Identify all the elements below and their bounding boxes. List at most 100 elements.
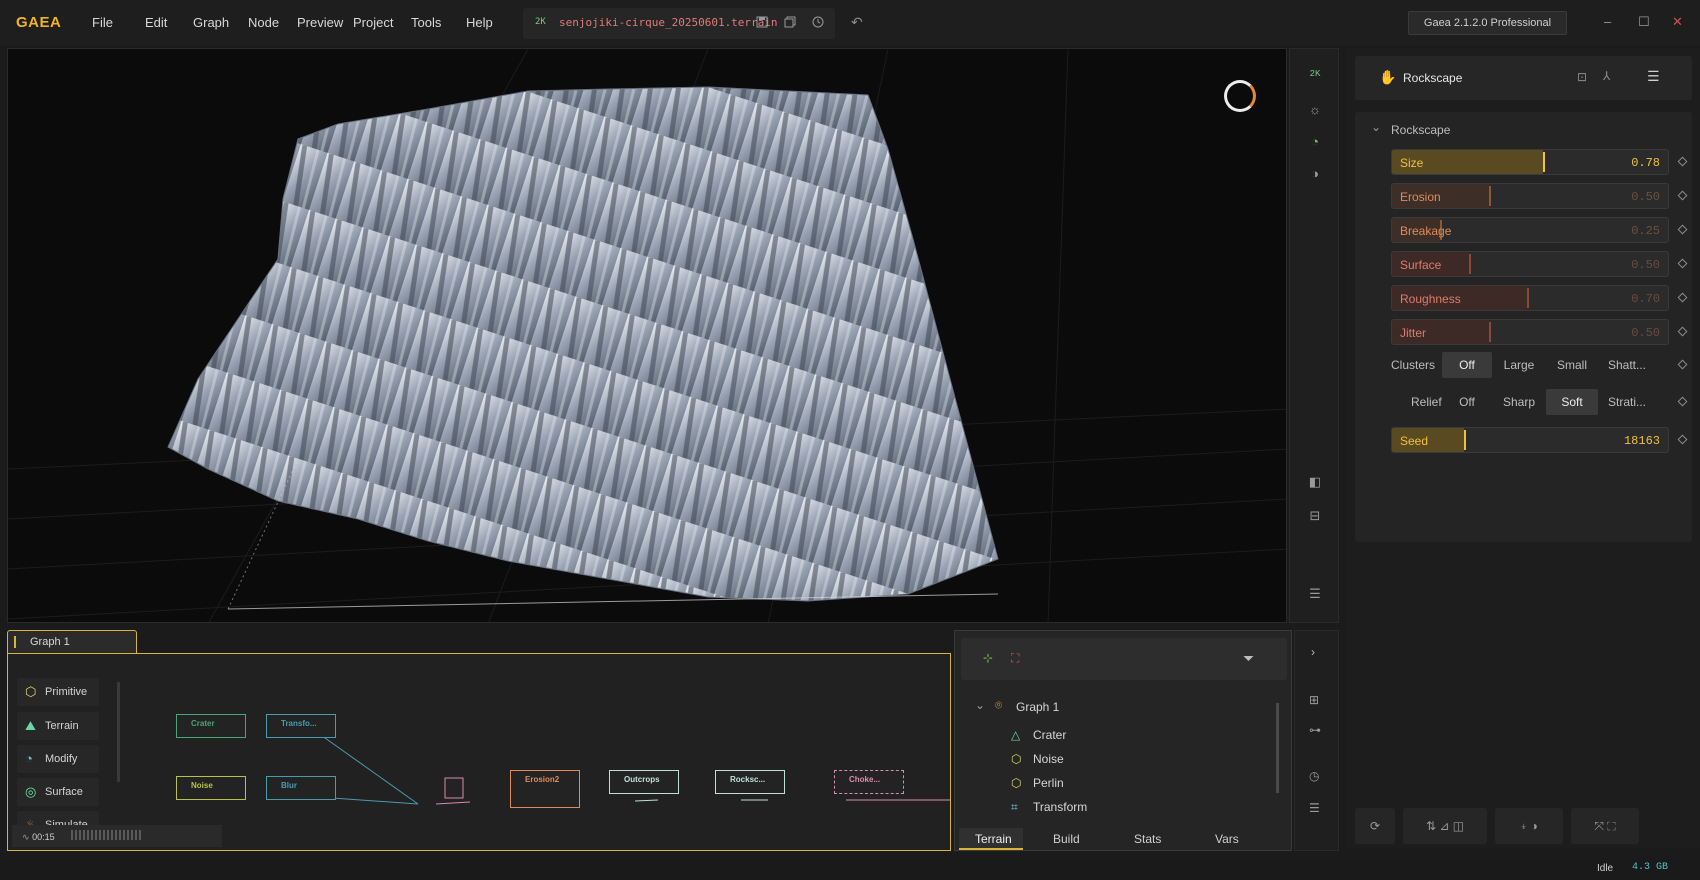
shading-icon[interactable]: ◑ [1306, 165, 1324, 183]
timer-icon[interactable]: ◷ [1309, 769, 1319, 783]
slider-surface[interactable]: Surface 0.50 [1391, 251, 1669, 277]
menu-node[interactable]: Node [248, 15, 279, 30]
section-title[interactable]: Rockscape [1391, 123, 1450, 137]
menu-preview[interactable]: Preview [297, 15, 343, 30]
file-name[interactable]: senjojiki-cirque_20250601.terrain [559, 16, 778, 29]
slider-roughness[interactable]: Roughness 0.70 [1391, 285, 1669, 311]
undo-icon[interactable]: ↶ [851, 14, 863, 31]
keyframe-icon[interactable] [1677, 224, 1688, 235]
slider-knob[interactable] [1469, 254, 1472, 274]
keyframe-icon[interactable] [1677, 434, 1688, 445]
chevron-down-icon[interactable]: ⌄ [975, 698, 985, 712]
preview-tools[interactable]: ⍖ ◑ [1495, 808, 1563, 844]
graph-node-outcrops[interactable]: Outcrops [609, 770, 679, 794]
list-icon[interactable]: ☰ [1309, 801, 1320, 815]
slider-knob[interactable] [1542, 152, 1545, 172]
slider-value[interactable]: 0.78 [1631, 156, 1660, 170]
node-list-scrollbar[interactable] [1276, 703, 1279, 793]
node-list-item-noise[interactable]: Noise [1033, 752, 1064, 766]
slider-value[interactable]: 0.50 [1631, 326, 1660, 340]
slider-size[interactable]: Size 0.78 [1391, 149, 1669, 175]
resolution-badge[interactable]: 2K [535, 17, 546, 27]
graph-node-erosion2[interactable]: Erosion2 [510, 770, 580, 808]
history-icon[interactable] [811, 16, 825, 30]
clusters-off[interactable]: Off [1442, 352, 1492, 378]
slider-knob[interactable] [1488, 322, 1491, 342]
chevron-right-icon[interactable]: › [1311, 645, 1315, 659]
graph-node-blur[interactable]: Blur [266, 776, 336, 800]
keyframe-icon[interactable] [1677, 359, 1688, 370]
save-copy-icon[interactable] [783, 16, 797, 30]
minimize-icon[interactable]: – [1604, 14, 1611, 29]
bookmark-icon[interactable]: ⊞ [1309, 693, 1319, 707]
slider-knob[interactable] [1488, 186, 1491, 206]
slider-value[interactable]: 0.50 [1631, 258, 1660, 272]
tab-graph-1[interactable]: Graph 1 [7, 630, 137, 654]
node-list-graph-name[interactable]: Graph 1 [1016, 700, 1059, 714]
align-tools[interactable]: ⇅ ⊿ ◫ [1403, 808, 1487, 844]
tree-icon[interactable]: ⊶ [1309, 723, 1321, 737]
layout-icon[interactable]: ⊡ [1577, 70, 1587, 84]
keyframe-icon[interactable] [1677, 190, 1688, 201]
tab-terrain[interactable]: Terrain [975, 832, 1012, 846]
select-icon[interactable]: ⊹ [983, 651, 993, 665]
graph-node-transform[interactable]: Transfo... [266, 714, 336, 738]
slider-value[interactable]: 0.50 [1631, 190, 1660, 204]
save-icon[interactable] [755, 16, 769, 30]
tab-build[interactable]: Build [1053, 832, 1080, 846]
menu-file[interactable]: File [92, 15, 113, 30]
maximize-icon[interactable]: ☐ [1638, 14, 1650, 30]
relief-sharp[interactable]: Sharp [1493, 389, 1545, 415]
split-view-icon[interactable]: ◧ [1306, 473, 1324, 491]
graph-node-noise[interactable]: Noise [176, 776, 246, 800]
keyframe-icon[interactable] [1677, 292, 1688, 303]
split-icon[interactable]: ⅄ [1603, 69, 1610, 83]
tab-vars[interactable]: Vars [1215, 832, 1239, 846]
keyframe-icon[interactable] [1677, 156, 1688, 167]
keyframe-icon[interactable] [1677, 326, 1688, 337]
graph-editor[interactable]: ⬡Primitive ⛰Terrain ◔Modify ◎Surface ♨Si… [7, 653, 951, 851]
node-list-item-crater[interactable]: Crater [1033, 728, 1066, 742]
graph-node-crater[interactable]: Crater [176, 714, 246, 738]
menu-tools[interactable]: Tools [411, 15, 441, 30]
tab-stats[interactable]: Stats [1134, 832, 1161, 846]
filter-icon[interactable]: ⏷ [1243, 650, 1254, 667]
terrain-viewport[interactable] [7, 48, 1287, 623]
slider-jitter[interactable]: Jitter 0.50 [1391, 319, 1669, 345]
relief-off[interactable]: Off [1442, 389, 1492, 415]
slider-knob[interactable] [1527, 288, 1530, 308]
chevron-down-icon[interactable]: ⌄ [1371, 120, 1381, 134]
menu-icon[interactable]: ☰ [1647, 68, 1660, 85]
preview-toggle-icon[interactable]: ◔ [1306, 133, 1324, 151]
sun-icon[interactable]: ☼ [1306, 101, 1324, 119]
relief-strati[interactable]: Strati... [1599, 389, 1655, 415]
graph-node-choke[interactable]: Choke... [834, 770, 904, 794]
menu-graph[interactable]: Graph [193, 15, 229, 30]
frame-icon[interactable]: ⊟ [1306, 507, 1324, 525]
node-list-item-perlin[interactable]: Perlin [1033, 776, 1064, 790]
clusters-large[interactable]: Large [1493, 352, 1545, 378]
slider-value[interactable]: 0.70 [1631, 292, 1660, 306]
keyframe-icon[interactable] [1677, 396, 1688, 407]
deselect-icon[interactable]: ⛶ [1011, 651, 1019, 666]
seed-field[interactable]: Seed 18163 [1391, 427, 1669, 453]
slider-erosion[interactable]: Erosion 0.50 [1391, 183, 1669, 209]
close-icon[interactable]: ✕ [1672, 14, 1683, 30]
menu-project[interactable]: Project [353, 15, 393, 30]
seed-value[interactable]: 18163 [1624, 434, 1660, 448]
node-list-item-transform[interactable]: Transform [1033, 800, 1087, 814]
fit-tools[interactable]: ⤧ ⛶ [1571, 808, 1639, 844]
node-tool-icon[interactable]: ⟳ [1355, 808, 1395, 844]
slider-breakage[interactable]: Breakage 0.25 [1391, 217, 1669, 243]
node-name[interactable]: Rockscape [1403, 71, 1462, 85]
keyframe-icon[interactable] [1677, 258, 1688, 269]
relief-soft[interactable]: Soft [1546, 389, 1598, 415]
menu-edit[interactable]: Edit [145, 15, 167, 30]
list-icon[interactable]: ☰ [1306, 585, 1324, 603]
clusters-small[interactable]: Small [1546, 352, 1598, 378]
slider-value[interactable]: 0.25 [1631, 224, 1660, 238]
clusters-shatter[interactable]: Shatt... [1599, 352, 1655, 378]
graph-node-rockscape[interactable]: Rocksc... [715, 770, 785, 794]
menu-help[interactable]: Help [466, 15, 493, 30]
resolution-toggle[interactable]: 2K [1306, 65, 1324, 83]
